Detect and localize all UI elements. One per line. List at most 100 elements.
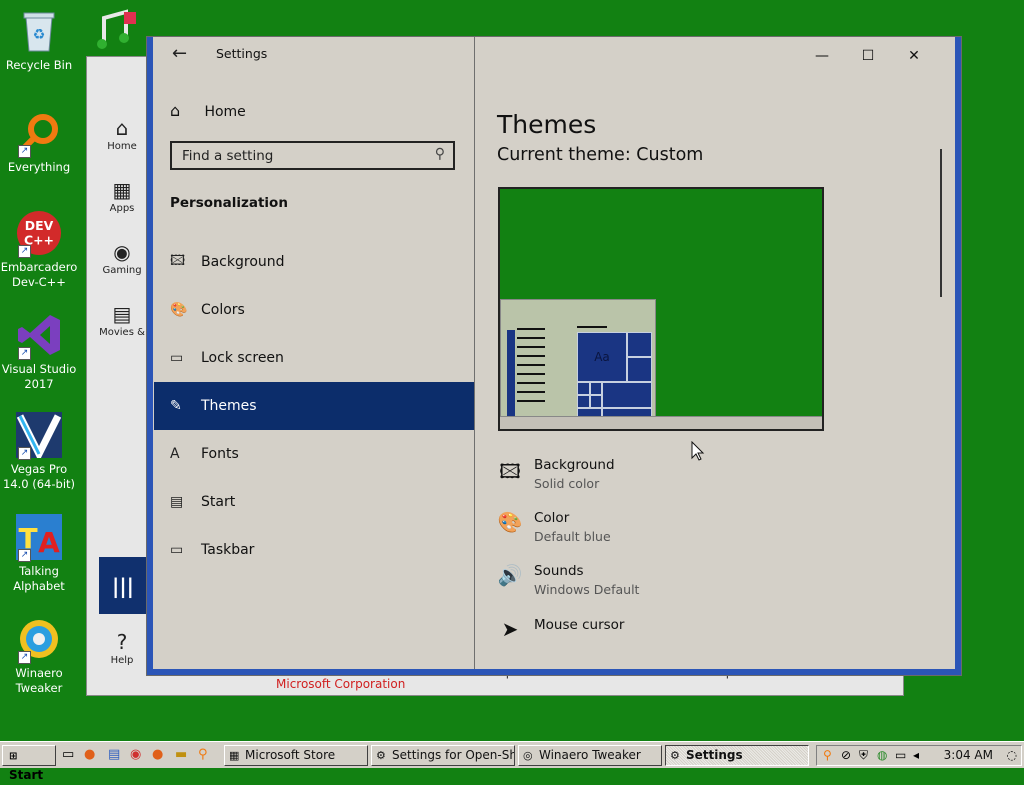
nav-item-background[interactable]: 🖾 Background [154,238,474,286]
shortcut-arrow-icon: ↗ [18,651,31,664]
store-icon: ▦ [229,749,240,762]
nav-item-start[interactable]: ▤ Start [154,478,474,526]
store-nav-label: Apps [109,203,135,214]
option-subtitle: Windows Default [534,582,640,597]
task-label: Microsoft Store [245,748,336,762]
network-off-icon[interactable]: ⊘ [841,748,851,762]
scrollbar[interactable] [940,149,942,297]
home-link[interactable]: ⌂ Home [170,101,246,120]
desktop-icon-everything[interactable]: ↗ Everything [0,110,78,175]
search-box: ⚲ [170,141,455,170]
maximize-button[interactable]: ☐ [848,43,888,69]
desktop-icon-partial[interactable] [94,8,138,56]
music-note-icon [97,9,136,49]
option-subtitle: Solid color [534,476,600,491]
system-tray: ⚲ ⊘ ⛨ ◍ ▭ ◂ 3:04 AM ◌ [816,745,1022,766]
desktop-icon-winaero-tweaker[interactable]: ↗ Winaero Tweaker [0,616,78,696]
task-winaero-tweaker[interactable]: ◎ Winaero Tweaker [518,745,662,766]
shortcut-arrow-icon: ↗ [18,447,31,460]
task-microsoft-store[interactable]: ▦ Microsoft Store [224,745,368,766]
window-frame [147,669,961,675]
everything-icon[interactable]: ⚲ [198,747,208,762]
firefox-icon[interactable]: ● [152,747,163,762]
desktop-icon-label: Everything [7,160,71,174]
search-icon[interactable]: ⚲ [435,146,445,162]
option-sounds[interactable]: 🔊 Sounds Windows Default [497,563,897,603]
shortcut-arrow-icon: ↗ [18,245,31,258]
firefox-icon[interactable]: ● [84,747,95,762]
svg-text:♻: ♻ [33,27,46,43]
task-open-shell-settings[interactable]: ⚙ Settings for Open-Shell... [371,745,515,766]
nav-item-label: Start [201,494,236,510]
desktop-icon-recycle-bin[interactable]: ♻ Recycle Bin [0,8,78,73]
chrome-icon[interactable]: ◉ [130,747,141,762]
library-icon[interactable]: ||| [99,557,147,614]
current-theme-label: Current theme: Custom [497,145,704,165]
back-arrow-icon[interactable]: ← [172,43,187,64]
windows-flag-icon: ⊞ [9,751,18,762]
page-title: Themes [497,109,597,139]
desktop-icon-label: Winaero Tweaker [15,666,63,695]
option-mouse-cursor[interactable]: ➤ Mouse cursor [497,617,897,657]
shield-icon[interactable]: ⛨ [859,748,868,763]
shortcut-arrow-icon: ↗ [18,347,31,360]
palette-icon: 🎨 [497,510,523,534]
store-nav-label: Home [107,141,137,152]
nav-item-themes[interactable]: ✎ Themes [154,382,474,430]
monitor-icon[interactable]: ▭ [895,748,906,762]
folder-icon[interactable]: ▬ [175,747,187,762]
notification-icon[interactable]: ◌ [1007,748,1017,762]
winaero-icon: ◎ [523,749,533,762]
nav-item-label: Background [201,254,285,270]
nav-item-lock-screen[interactable]: ▭ Lock screen [154,334,474,382]
dev-cpp-icon: DEV C++ ↗ [16,210,62,258]
option-subtitle: Default blue [534,529,611,544]
magnifier-icon: ↗ [16,110,62,158]
theme-preview: Aa [498,187,824,431]
task-label: Winaero Tweaker [539,748,641,762]
desktop-icon-talking-alphabet[interactable]: TA ↗ Talking Alphabet [0,514,78,594]
desktop-icon-vegas-pro[interactable]: ↗ Vegas Pro 14.0 (64-bit) [0,412,78,492]
desktop-icon-dev-cpp[interactable]: DEV C++ ↗ Embarcadero Dev-C++ [0,210,78,290]
nav-item-taskbar[interactable]: ▭ Taskbar [154,526,474,574]
nav-item-label: Taskbar [201,542,255,558]
show-desktop-icon[interactable]: ▭ [62,747,74,762]
window-frame [955,37,961,675]
nav-item-colors[interactable]: 🎨 Colors [154,286,474,334]
gear-icon: ⚙ [670,749,680,762]
volume-icon[interactable]: ◂ [913,748,919,762]
close-button[interactable]: ✕ [894,43,934,69]
minimize-button[interactable]: — [802,43,842,69]
nav-item-label: Colors [201,302,245,318]
desktop-icon-visual-studio[interactable]: ↗ Visual Studio 2017 [0,312,78,392]
option-title: Color [534,510,570,526]
mouse-cursor-icon: ➤ [501,617,519,641]
task-settings[interactable]: ⚙ Settings [665,745,809,766]
keyboard-icon[interactable]: ▤ [108,747,120,762]
start-menu-icon: ▤ [170,494,184,510]
clock[interactable]: 3:04 AM [944,746,993,765]
option-color[interactable]: 🎨 Color Default blue [497,510,897,550]
nav-item-fonts[interactable]: A Fonts [154,430,474,478]
start-label: Start [9,768,44,782]
home-icon: ⌂ [170,101,181,120]
window-title: Settings [216,46,268,61]
speaker-icon: 🔊 [497,563,523,587]
store-publisher: Microsoft Corporation [276,677,406,691]
svg-text:A: A [38,526,60,559]
search-icon[interactable]: ⚲ [823,748,832,762]
store-nav-label: Gaming [102,265,142,276]
picture-icon: 🖾 [170,253,186,269]
start-button[interactable]: ⊞ Start [2,745,56,782]
desktop-icon-label: Embarcadero Dev-C++ [0,260,78,289]
option-title: Sounds [534,563,584,579]
vegas-pro-icon: ↗ [16,412,62,460]
taskbar-icon: ▭ [170,542,184,558]
globe-icon[interactable]: ◍ [877,748,887,762]
nav-item-label: Lock screen [201,350,284,366]
window-frame [147,37,153,675]
desktop-icon-label: Vegas Pro 14.0 (64-bit) [2,462,76,491]
search-input[interactable] [172,143,432,168]
mouse-pointer-icon [691,440,705,466]
home-label: Home [204,104,246,120]
